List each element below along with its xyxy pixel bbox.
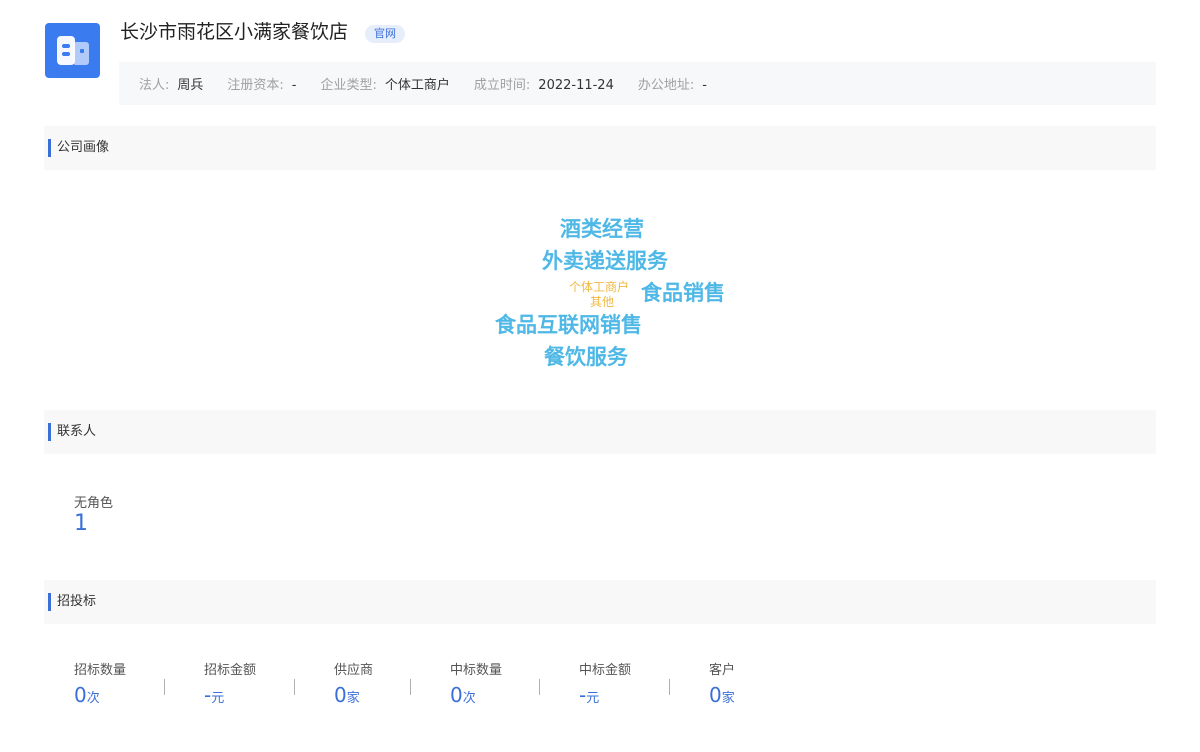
stat-tender-amount: 招标金额 -元 [204, 662, 256, 712]
cloud-word: 食品销售 [641, 281, 725, 305]
stat-label: 客户 [709, 663, 736, 678]
section-title: 联系人 [57, 424, 97, 439]
info-company-type: 企业类型: 个体工商户 [321, 74, 450, 93]
info-label: 企业类型: [320, 78, 377, 93]
info-label: 注册资本: [227, 78, 284, 93]
section-title: 公司画像 [57, 140, 110, 155]
info-label: 法人: [139, 78, 170, 93]
company-logo-building-icon [45, 23, 100, 78]
info-registered-capital: 注册资本: - [227, 74, 296, 93]
cloud-word: 其他 [590, 295, 615, 309]
info-label: 成立时间: [473, 78, 531, 93]
section-accent [48, 139, 51, 157]
stat-value[interactable]: 0次 [74, 682, 126, 712]
cloud-word: 食品互联网销售 [495, 313, 642, 337]
stat-number: 0 [74, 683, 87, 707]
stat-divider [539, 679, 540, 695]
stat-divider [410, 679, 411, 695]
stat-value[interactable]: 0家 [709, 682, 735, 712]
stat-number: 0 [334, 683, 347, 707]
stat-award-count: 中标数量 0次 [450, 662, 502, 712]
stat-value[interactable]: 0次 [450, 682, 502, 712]
stat-unit: 次 [462, 691, 476, 706]
stat-value[interactable]: -元 [204, 682, 256, 712]
stat-unit: 家 [346, 691, 360, 706]
stat-label: 中标数量 [450, 663, 503, 678]
info-office-address: 办公地址: - [638, 74, 707, 93]
section-company-portrait: 公司画像 [44, 126, 1156, 170]
company-name: 长沙市雨花区小满家餐饮店 [120, 21, 349, 43]
info-legal-person: 法人: 周兵 [139, 74, 203, 93]
cloud-word: 餐饮服务 [544, 345, 628, 369]
contact-role-count[interactable]: 1 [74, 511, 88, 537]
stat-customers: 客户 0家 [709, 662, 735, 712]
cloud-word: 酒类经营 [560, 217, 644, 241]
stat-award-amount: 中标金额 -元 [579, 662, 631, 712]
official-website-tag[interactable]: 官网 [365, 25, 405, 43]
stat-label: 供应商 [334, 663, 374, 678]
stat-divider [294, 679, 295, 695]
section-contacts: 联系人 [44, 410, 1156, 454]
stat-unit: 家 [721, 691, 735, 706]
stat-value[interactable]: 0家 [334, 682, 373, 712]
info-label: 办公地址: [637, 78, 695, 93]
info-value: - [702, 78, 707, 93]
stat-divider [669, 679, 670, 695]
stat-unit: 次 [86, 691, 100, 706]
cloud-word: 外卖递送服务 [542, 249, 668, 273]
stat-unit: 元 [211, 691, 225, 706]
stat-label: 招标金额 [204, 663, 257, 678]
company-info-bar: 法人: 周兵 注册资本: - 企业类型: 个体工商户 成立时间: 2022-11-24 … [119, 62, 1156, 105]
stat-number: 0 [709, 683, 722, 707]
section-accent [48, 423, 51, 441]
contact-role-label: 无角色 [74, 496, 114, 511]
stat-tender-count: 招标数量 0次 [74, 662, 126, 712]
stat-suppliers: 供应商 0家 [334, 662, 373, 712]
info-value: 周兵 [177, 78, 204, 93]
info-value: 个体工商户 [384, 78, 450, 93]
stat-value[interactable]: -元 [579, 682, 631, 712]
stat-label: 中标金额 [579, 663, 632, 678]
stat-label: 招标数量 [74, 663, 127, 678]
section-title: 招投标 [57, 594, 97, 609]
info-established-date: 成立时间: 2022-11-24 [474, 74, 614, 93]
stat-number: 0 [450, 683, 463, 707]
section-accent [48, 593, 51, 611]
cloud-word: 个体工商户 [569, 280, 630, 294]
stat-divider [164, 679, 165, 695]
stat-unit: 元 [586, 691, 600, 706]
info-value: 2022-11-24 [538, 78, 614, 93]
section-bidding: 招投标 [44, 580, 1156, 624]
info-value: - [291, 78, 297, 93]
